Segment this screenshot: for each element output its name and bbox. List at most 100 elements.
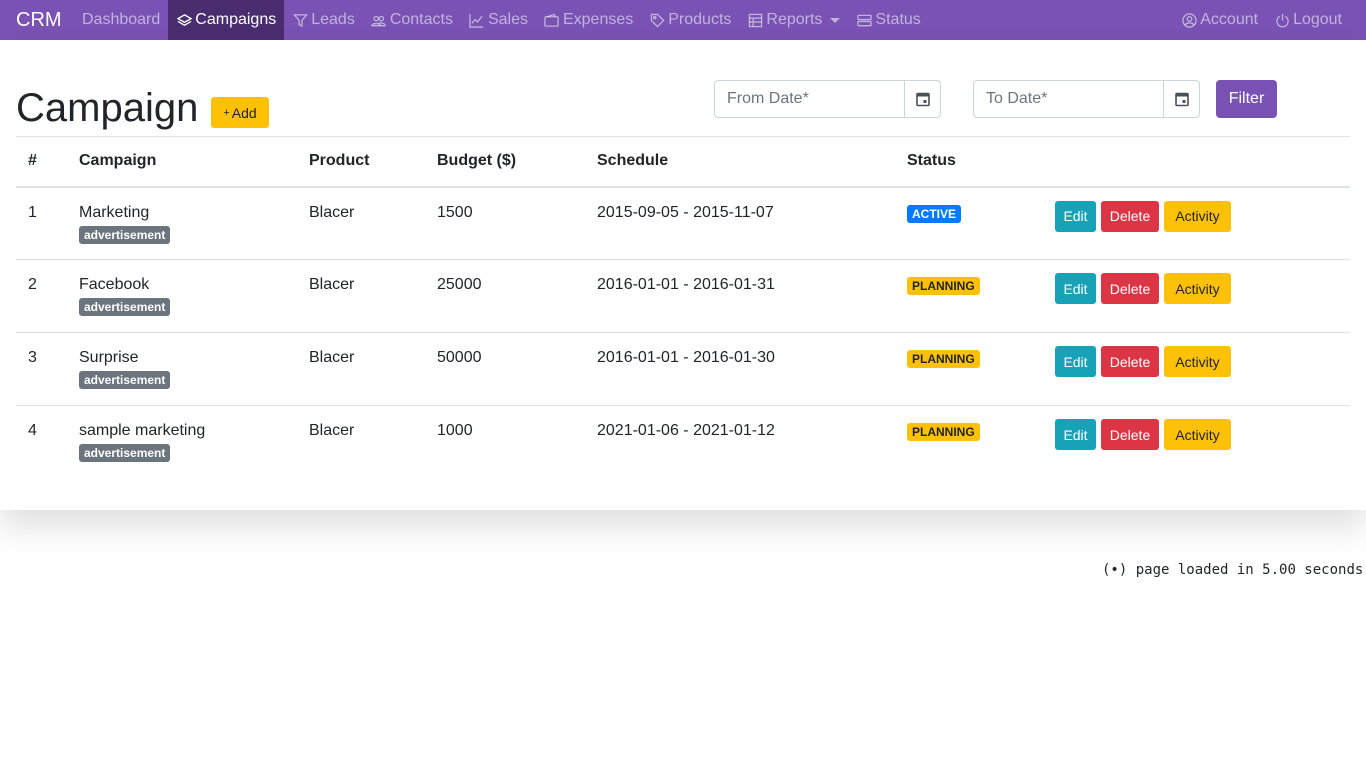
edit-button[interactable]: Edit bbox=[1055, 273, 1096, 304]
nav-label: Campaigns bbox=[195, 11, 277, 28]
add-campaign-button[interactable]: + Add bbox=[211, 97, 269, 128]
header-campaign: Campaign bbox=[79, 136, 309, 188]
cell-budget: 1500 bbox=[437, 203, 473, 221]
nav-label: Leads bbox=[311, 11, 355, 28]
people-icon bbox=[371, 12, 387, 28]
campaign-name: Marketing bbox=[79, 203, 150, 221]
plus-icon: + bbox=[223, 106, 230, 119]
header-budget: Budget ($) bbox=[437, 136, 597, 188]
page-load-status: (•) page loaded in 5.00 seconds bbox=[1102, 562, 1363, 578]
table-row: 4 sample marketing advertisement Blacer … bbox=[16, 405, 1350, 479]
cell-schedule: 2016-01-01 - 2016-01-31 bbox=[597, 259, 907, 333]
nav-label: Account bbox=[1200, 11, 1259, 28]
cell-campaign: Surprise advertisement bbox=[79, 332, 309, 406]
cell-schedule: 2015-09-05 - 2015-11-07 bbox=[597, 203, 774, 221]
header-status: Status bbox=[907, 136, 1055, 188]
activity-button[interactable]: Activity bbox=[1164, 273, 1231, 304]
nav-left: Dashboard Campaigns Leads Contacts Sales bbox=[74, 0, 929, 40]
activity-button[interactable]: Activity bbox=[1164, 419, 1231, 450]
delete-button[interactable]: Delete bbox=[1101, 419, 1159, 450]
to-date-group bbox=[973, 80, 1200, 118]
nav-item-campaigns[interactable]: Campaigns bbox=[168, 0, 285, 40]
delete-button[interactable]: Delete bbox=[1101, 346, 1159, 377]
campaign-card: Campaign + Add Filter # C bbox=[0, 40, 1366, 510]
cell-actions: Edit Delete Activity bbox=[1055, 405, 1350, 479]
nav-item-expenses[interactable]: Expenses bbox=[536, 0, 641, 40]
campaign-name: Surprise bbox=[79, 349, 139, 366]
header-product: Product bbox=[309, 136, 437, 188]
filter-button[interactable]: Filter bbox=[1216, 80, 1277, 118]
header-schedule: Schedule bbox=[597, 136, 907, 188]
activity-button[interactable]: Activity bbox=[1164, 200, 1231, 232]
table-row: 3 Surprise advertisement Blacer 50000 20… bbox=[16, 332, 1350, 406]
campaign-table: # Campaign Product Budget ($) Schedule S… bbox=[16, 136, 1350, 479]
cell-number: 3 bbox=[16, 332, 79, 406]
cell-actions: Edit Delete Activity bbox=[1055, 332, 1350, 406]
table-row: 2 Facebook advertisement Blacer 25000 20… bbox=[16, 259, 1350, 333]
campaign-name: sample marketing bbox=[79, 422, 206, 439]
to-date-input[interactable] bbox=[973, 80, 1163, 118]
table-header-row: # Campaign Product Budget ($) Schedule S… bbox=[16, 136, 1350, 188]
edit-button[interactable]: Edit bbox=[1055, 419, 1096, 450]
table-row: 1 Marketing advertisement Blacer 1500 20… bbox=[16, 187, 1350, 260]
power-icon bbox=[1274, 12, 1290, 28]
nav-label: Status bbox=[875, 11, 921, 28]
cell-campaign: sample marketing advertisement bbox=[79, 405, 309, 479]
cell-status: PLANNING bbox=[907, 259, 1055, 333]
status-badge: PLANNING bbox=[907, 423, 980, 441]
cell-status: PLANNING bbox=[907, 332, 1055, 406]
cell-product: Blacer bbox=[309, 203, 355, 221]
nav-item-status[interactable]: Status bbox=[848, 0, 928, 40]
status-badge: PLANNING bbox=[907, 277, 980, 295]
to-date-picker-button[interactable] bbox=[1163, 80, 1200, 118]
cell-actions: Edit Delete Activity bbox=[1055, 259, 1350, 333]
filter-icon bbox=[292, 12, 308, 28]
nav-label: Reports bbox=[766, 11, 823, 28]
cell-actions: Edit Delete Activity bbox=[1055, 187, 1350, 260]
cell-campaign: Marketing advertisement bbox=[79, 187, 309, 260]
server-icon bbox=[856, 12, 872, 28]
brand-logo[interactable]: CRM bbox=[0, 0, 74, 40]
nav-item-reports[interactable]: Reports bbox=[739, 0, 848, 40]
cell-product: Blacer bbox=[309, 259, 437, 333]
nav-label: Expenses bbox=[562, 11, 634, 28]
nav-item-account[interactable]: Account bbox=[1173, 0, 1266, 40]
nav-item-contacts[interactable]: Contacts bbox=[363, 0, 461, 40]
cell-budget: 1000 bbox=[437, 405, 597, 479]
status-badge: ACTIVE bbox=[907, 204, 962, 223]
nav-item-dashboard[interactable]: Dashboard bbox=[74, 0, 168, 40]
add-label: Add bbox=[231, 104, 257, 121]
campaign-type-tag: advertisement bbox=[79, 371, 171, 389]
campaign-type-tag: advertisement bbox=[79, 298, 171, 316]
from-date-picker-button[interactable] bbox=[904, 80, 941, 118]
edit-button[interactable]: Edit bbox=[1055, 346, 1096, 377]
chevron-down-icon bbox=[830, 17, 841, 23]
nav-item-sales[interactable]: Sales bbox=[461, 0, 536, 40]
cell-schedule: 2021-01-06 - 2021-01-12 bbox=[597, 405, 907, 479]
header-actions bbox=[1055, 136, 1350, 188]
calendar-icon bbox=[1174, 92, 1189, 107]
nav-item-products[interactable]: Products bbox=[641, 0, 739, 40]
from-date-input[interactable] bbox=[714, 80, 904, 118]
wallet-icon bbox=[544, 12, 560, 28]
cell-status: ACTIVE bbox=[907, 187, 1055, 260]
cell-schedule: 2016-01-01 - 2016-01-30 bbox=[597, 332, 907, 406]
nav-item-logout[interactable]: Logout bbox=[1266, 0, 1350, 40]
page-load-text: page loaded in 5.00 seconds bbox=[1135, 562, 1364, 578]
campaign-type-tag: advertisement bbox=[79, 225, 171, 244]
nav-item-leads[interactable]: Leads bbox=[284, 0, 363, 40]
nav-right: Account Logout bbox=[1173, 0, 1350, 40]
header-number: # bbox=[16, 136, 79, 188]
cell-product: Blacer bbox=[309, 332, 437, 406]
delete-button[interactable]: Delete bbox=[1101, 273, 1159, 304]
top-navbar: CRM Dashboard Campaigns Leads Contacts S… bbox=[0, 0, 1366, 40]
cell-number: 1 bbox=[28, 203, 37, 221]
nav-label: Sales bbox=[487, 11, 528, 28]
delete-button[interactable]: Delete bbox=[1101, 200, 1159, 232]
tag-icon bbox=[649, 12, 665, 28]
table-icon bbox=[747, 12, 763, 28]
cell-budget: 25000 bbox=[437, 259, 597, 333]
cell-campaign: Facebook advertisement bbox=[79, 259, 309, 333]
activity-button[interactable]: Activity bbox=[1164, 346, 1231, 377]
edit-button[interactable]: Edit bbox=[1055, 200, 1096, 232]
